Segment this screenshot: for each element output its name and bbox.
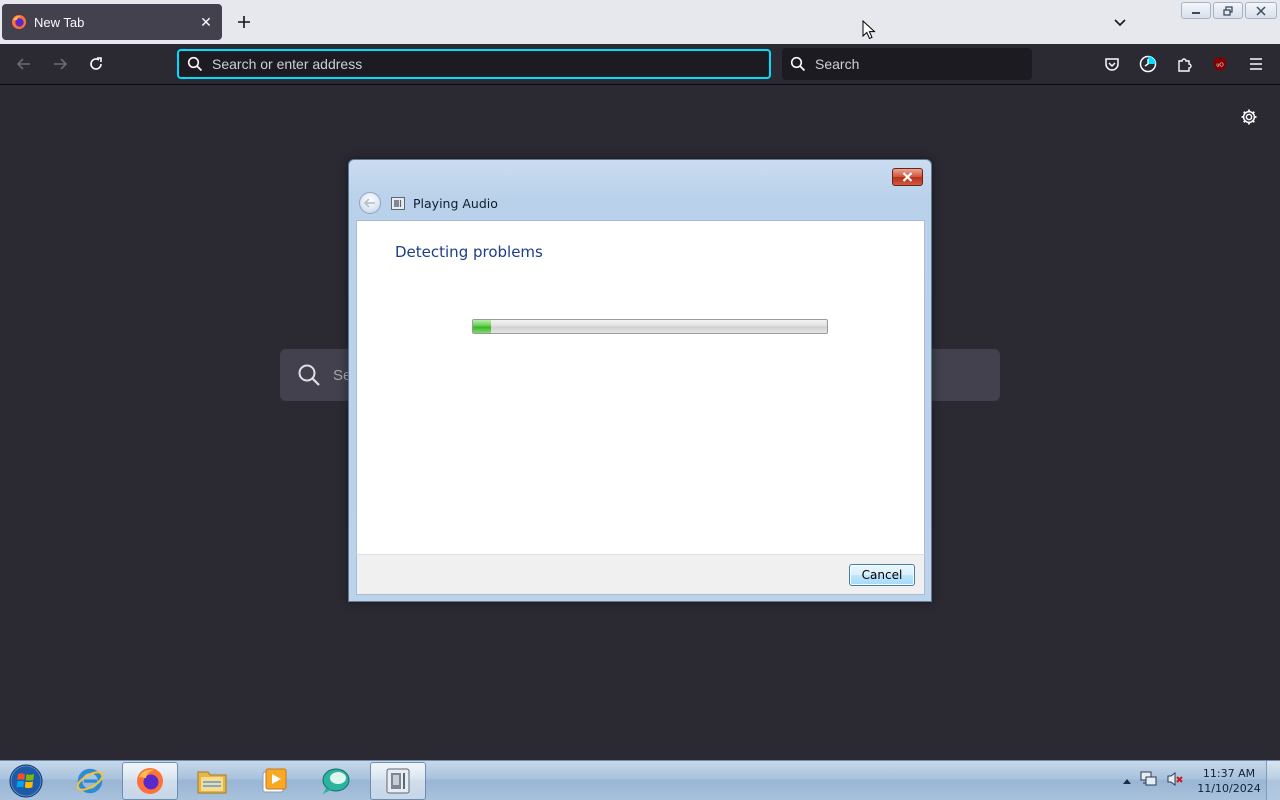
pocket-icon[interactable] (1100, 52, 1124, 76)
start-button[interactable] (6, 762, 46, 800)
tab-new-tab[interactable]: New Tab ✕ (2, 4, 222, 40)
extensions-icon[interactable] (1172, 52, 1196, 76)
search-input[interactable] (815, 56, 1032, 72)
tab-strip: New Tab ✕ (0, 0, 1280, 44)
dialog-footer: Cancel (356, 554, 925, 595)
show-hidden-icons-icon[interactable] (1122, 772, 1132, 790)
close-icon[interactable] (892, 168, 923, 186)
back-arrow-icon[interactable] (359, 192, 381, 214)
search-icon (790, 56, 806, 72)
mouse-cursor-icon (862, 20, 876, 40)
dialog-body: Detecting problems (356, 220, 925, 554)
volume-muted-icon[interactable] (1166, 771, 1184, 792)
close-icon[interactable]: ✕ (195, 11, 217, 33)
back-arrow-icon[interactable] (12, 52, 36, 76)
dialog-header: Playing Audio (359, 192, 498, 214)
file-explorer-icon[interactable] (184, 762, 240, 800)
ublock-icon[interactable]: uO (1208, 52, 1232, 76)
notification-area (1122, 771, 1184, 791)
gear-icon[interactable] (1237, 105, 1261, 129)
chevron-down-icon[interactable] (1108, 10, 1132, 34)
firefox-icon[interactable] (122, 762, 178, 800)
taskbar: 11:37 AM 11/10/2024 (0, 760, 1280, 800)
search-icon (297, 363, 321, 387)
troubleshooter-dialog: Playing Audio Detecting problems Cancel (348, 159, 932, 602)
plus-icon[interactable] (232, 10, 256, 34)
cancel-button[interactable]: Cancel (849, 564, 915, 586)
forward-arrow-icon[interactable] (48, 52, 72, 76)
navigation-toolbar: uO (0, 44, 1280, 85)
troubleshooter-icon (391, 196, 405, 210)
show-desktop-button[interactable] (1266, 761, 1280, 800)
address-input[interactable] (212, 56, 769, 72)
dialog-heading: Detecting problems (395, 243, 543, 261)
progress-fill (473, 320, 491, 333)
address-bar[interactable] (177, 49, 771, 79)
close-icon[interactable] (1245, 2, 1277, 19)
windows-logo-icon (9, 764, 43, 798)
network-icon[interactable] (1140, 771, 1158, 792)
ublock-badge: uO (1216, 63, 1224, 69)
restore-icon[interactable] (1213, 2, 1243, 19)
search-icon (187, 56, 203, 72)
troubleshooter-icon[interactable] (370, 762, 426, 800)
search-bar[interactable] (782, 48, 1032, 80)
tab-title: New Tab (34, 14, 85, 30)
clock-time: 11:37 AM (1202, 767, 1256, 780)
menu-icon[interactable] (1244, 52, 1268, 76)
history-icon[interactable] (1136, 52, 1160, 76)
app-icon[interactable] (308, 762, 364, 800)
progress-bar (472, 319, 828, 334)
clock-date: 11/10/2024 (1197, 782, 1261, 795)
reload-icon[interactable] (84, 52, 108, 76)
media-player-icon[interactable] (246, 762, 302, 800)
minimize-icon[interactable] (1181, 2, 1211, 19)
clock[interactable]: 11:37 AM 11/10/2024 (1196, 766, 1262, 796)
firefox-icon (11, 14, 27, 30)
internet-explorer-icon[interactable] (62, 762, 118, 800)
dialog-title: Playing Audio (413, 195, 498, 211)
